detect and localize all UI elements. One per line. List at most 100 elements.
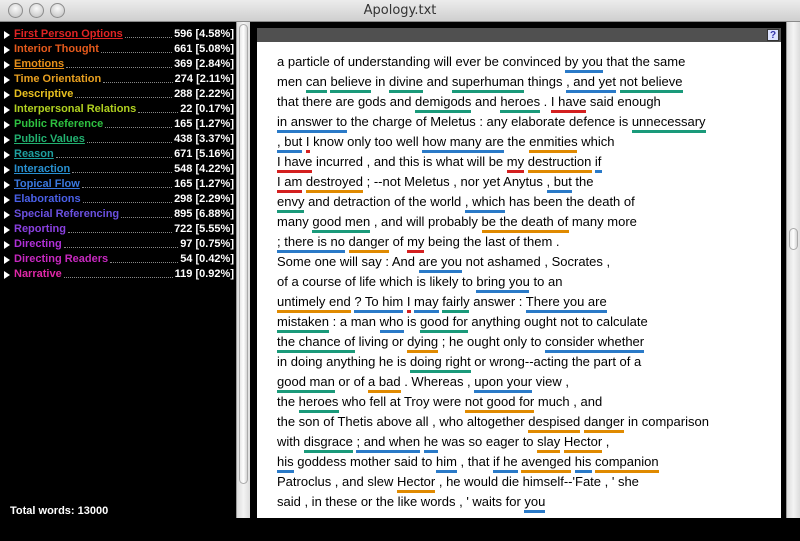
- category-underline: [595, 470, 659, 473]
- category-item[interactable]: Elaborations 298 [2.29%]: [4, 193, 234, 208]
- category-count: 671 [5.16%]: [174, 148, 234, 160]
- leader-dots: [87, 142, 172, 143]
- category-underline: [299, 410, 339, 413]
- category-underline: [529, 150, 577, 153]
- category-underline: [500, 110, 540, 113]
- category-item[interactable]: Time Orientation 274 [2.11%]: [4, 73, 234, 88]
- category-count: 22 [0.17%]: [180, 103, 234, 115]
- category-count: 54 [0.42%]: [180, 253, 234, 265]
- category-underline: [526, 310, 607, 313]
- category-underline: [277, 210, 304, 213]
- category-scrollbar-thumb[interactable]: [239, 24, 248, 484]
- category-item[interactable]: Interaction 548 [4.22%]: [4, 163, 234, 178]
- category-underline: [380, 330, 404, 333]
- disclosure-triangle-icon[interactable]: [4, 136, 10, 144]
- text-scrollbar-thumb[interactable]: [789, 228, 798, 250]
- category-item[interactable]: Reporting 722 [5.55%]: [4, 223, 234, 238]
- category-underline: [452, 90, 524, 93]
- category-underline: [420, 330, 468, 333]
- category-item[interactable]: Emotions 369 [2.84%]: [4, 58, 234, 73]
- category-count: 298 [2.29%]: [174, 193, 234, 205]
- disclosure-triangle-icon[interactable]: [4, 256, 10, 264]
- leader-dots: [138, 112, 178, 113]
- disclosure-triangle-icon[interactable]: [4, 46, 10, 54]
- disclosure-triangle-icon[interactable]: [4, 106, 10, 114]
- disclosure-triangle-icon[interactable]: [4, 271, 10, 279]
- category-scrollbar[interactable]: [236, 22, 250, 518]
- category-underline: [407, 310, 411, 313]
- document-text-pane[interactable]: a particle of understanding will ever be…: [257, 42, 781, 518]
- category-underline: [397, 490, 435, 493]
- category-label: Directing Readers: [14, 253, 109, 265]
- disclosure-triangle-icon[interactable]: [4, 166, 10, 174]
- category-item[interactable]: Descriptive 288 [2.22%]: [4, 88, 234, 103]
- leader-dots: [75, 97, 172, 98]
- category-underline: [407, 250, 424, 253]
- category-underline: [493, 470, 518, 473]
- category-underline: [407, 350, 438, 353]
- category-item[interactable]: First Person Options 596 [4.58%]: [4, 28, 234, 43]
- category-underline: [277, 470, 294, 473]
- category-count: 661 [5.08%]: [174, 43, 234, 55]
- category-item[interactable]: Reason 671 [5.16%]: [4, 148, 234, 163]
- category-underline: [415, 110, 471, 113]
- disclosure-triangle-icon[interactable]: [4, 61, 10, 69]
- category-underline: [277, 170, 312, 173]
- category-underline: [595, 170, 602, 173]
- disclosure-triangle-icon[interactable]: [4, 241, 10, 249]
- category-underline: [277, 130, 347, 133]
- category-label: Public Reference: [14, 118, 104, 130]
- category-label: Reason: [14, 148, 54, 160]
- text-scrollbar[interactable]: [786, 22, 800, 518]
- category-label: Special Referencing: [14, 208, 120, 220]
- leader-dots: [64, 277, 173, 278]
- category-count: 895 [6.88%]: [174, 208, 234, 220]
- category-underline: [545, 350, 644, 353]
- category-item[interactable]: Interpersonal Relations 22 [0.17%]: [4, 103, 234, 118]
- category-count: 288 [2.22%]: [174, 88, 234, 100]
- disclosure-triangle-icon[interactable]: [4, 76, 10, 84]
- category-label: Narrative: [14, 268, 62, 280]
- category-underline: [566, 90, 616, 93]
- category-underline: [476, 290, 529, 293]
- text-line: Patroclus , and slew Hector , he would d…: [277, 474, 639, 489]
- category-label: First Person Options: [14, 28, 123, 40]
- category-underline: [465, 410, 534, 413]
- category-label: Interpersonal Relations: [14, 103, 137, 115]
- window-title: Apology.txt: [363, 3, 437, 18]
- disclosure-triangle-icon[interactable]: [4, 196, 10, 204]
- disclosure-triangle-icon[interactable]: [4, 151, 10, 159]
- category-underline: [442, 310, 469, 313]
- disclosure-triangle-icon[interactable]: [4, 226, 10, 234]
- disclosure-triangle-icon[interactable]: [4, 121, 10, 129]
- leader-dots: [83, 202, 172, 203]
- category-underline: [528, 170, 592, 173]
- category-underline: [584, 430, 624, 433]
- category-underline: [632, 130, 706, 133]
- category-item[interactable]: Topical Flow 165 [1.27%]: [4, 178, 234, 193]
- category-underline: [575, 470, 592, 473]
- category-item[interactable]: Public Reference 165 [1.27%]: [4, 118, 234, 133]
- category-count: 369 [2.84%]: [174, 58, 234, 70]
- category-label: Public Values: [14, 133, 85, 145]
- category-underline: [565, 70, 603, 73]
- category-item[interactable]: Directing Readers 54 [0.42%]: [4, 253, 234, 268]
- category-item[interactable]: Directing 97 [0.75%]: [4, 238, 234, 253]
- category-label: Reporting: [14, 223, 66, 235]
- category-item[interactable]: Public Values 438 [3.37%]: [4, 133, 234, 148]
- category-item[interactable]: Narrative 119 [0.92%]: [4, 268, 234, 283]
- category-underline: [521, 470, 571, 473]
- category-underline: [465, 210, 505, 213]
- category-item[interactable]: Special Referencing 895 [6.88%]: [4, 208, 234, 223]
- leader-dots: [103, 82, 173, 83]
- text-pane-header: ?: [257, 28, 781, 42]
- category-item[interactable]: Interior Thought 661 [5.08%]: [4, 43, 234, 58]
- category-underline: [564, 450, 602, 453]
- help-button[interactable]: ?: [767, 29, 779, 41]
- disclosure-triangle-icon[interactable]: [4, 211, 10, 219]
- disclosure-triangle-icon[interactable]: [4, 181, 10, 189]
- text-line: said , in these or the like words , ' wa…: [277, 494, 546, 509]
- text-line: envy and detraction of the world , which…: [277, 194, 635, 209]
- disclosure-triangle-icon[interactable]: [4, 91, 10, 99]
- disclosure-triangle-icon[interactable]: [4, 31, 10, 39]
